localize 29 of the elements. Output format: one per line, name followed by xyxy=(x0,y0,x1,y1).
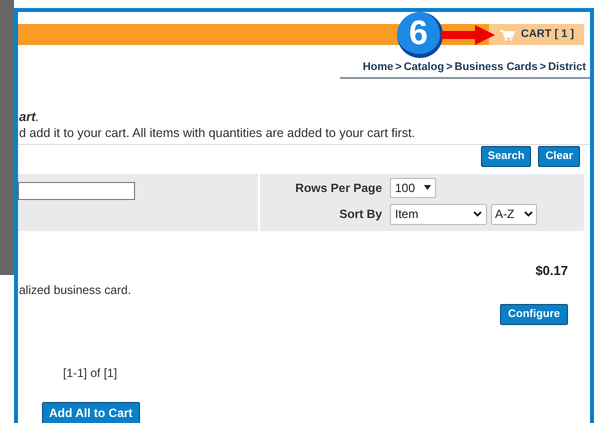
breadcrumb-separator: > xyxy=(395,60,402,75)
breadcrumb-separator: > xyxy=(540,60,546,75)
breadcrumb-link[interactable]: District xyxy=(548,59,586,76)
add-all-to-cart-button[interactable]: Add All to Cart xyxy=(42,402,140,423)
chevron-down-icon xyxy=(473,211,482,217)
configure-button[interactable]: Configure xyxy=(500,304,568,325)
chevron-down-icon xyxy=(524,211,533,217)
cart-link[interactable]: CART [ 1 ] xyxy=(489,24,584,45)
intro-text: d add it to your cart. All items with quantities are added to your cart first. xyxy=(19,124,416,142)
rows-per-page-label: Rows Per Page xyxy=(294,180,382,196)
item-price: $0.17 xyxy=(535,262,568,280)
breadcrumb-link[interactable]: Business Cards xyxy=(454,59,538,76)
breadcrumb-link[interactable]: Catalog xyxy=(404,59,444,76)
sort-order-select[interactable]: A-Z xyxy=(491,204,537,224)
search-panel-button[interactable]: Search xyxy=(480,146,532,166)
breadcrumb-link[interactable]: Home xyxy=(362,59,394,76)
step-number-badge: 6 xyxy=(397,12,443,58)
search-field[interactable] xyxy=(18,182,135,200)
caret-icon xyxy=(424,185,431,190)
intro-title: art. xyxy=(19,108,40,124)
breadcrumb-separator: > xyxy=(446,60,452,75)
arrow-icon xyxy=(441,25,495,45)
pagination-text: [1-1] of [1] xyxy=(63,366,118,380)
sort-field-select[interactable]: Item xyxy=(390,204,487,224)
item-description: alized business card. xyxy=(19,283,132,297)
search-panel-button[interactable]: Clear xyxy=(538,146,580,166)
sort-by-label: Sort By xyxy=(338,206,382,223)
rows-per-page-select[interactable]: 100 xyxy=(390,178,436,198)
cart-icon xyxy=(498,28,515,40)
